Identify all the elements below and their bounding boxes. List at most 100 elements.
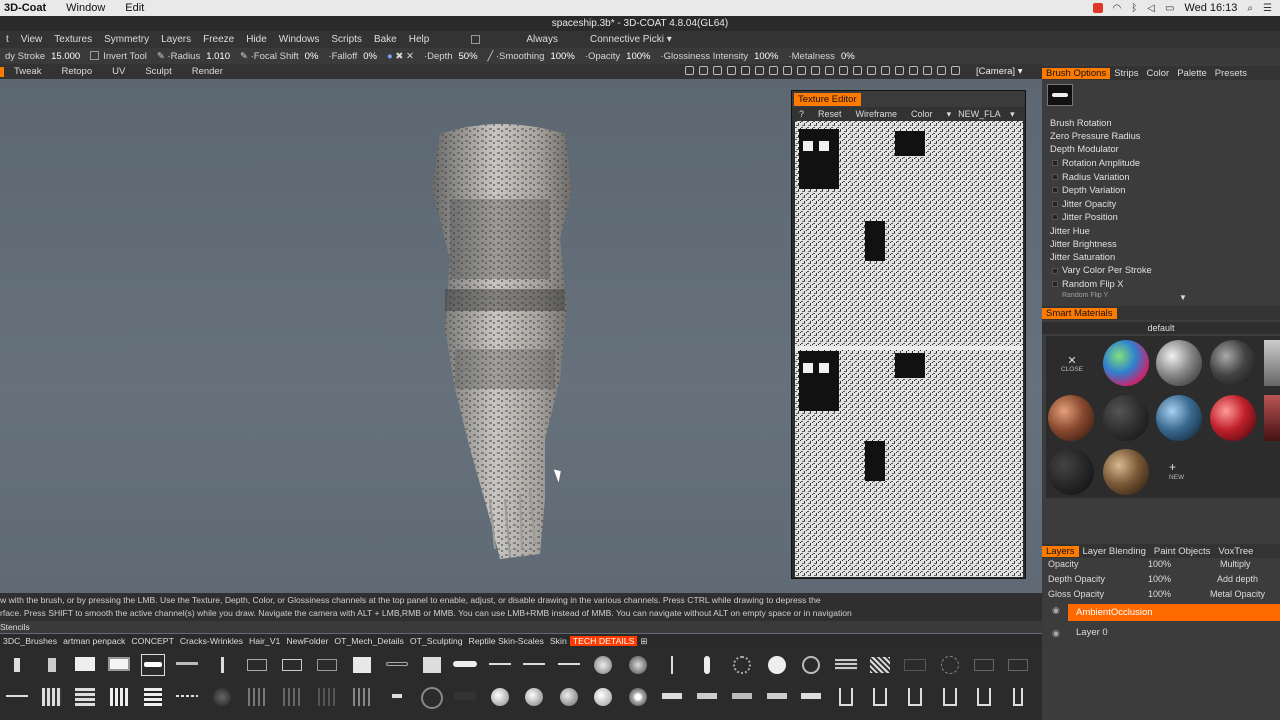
- menu-bake[interactable]: Bake: [368, 34, 403, 45]
- camera-dropdown[interactable]: [Camera] ▾: [976, 64, 1023, 79]
- option-checkbox[interactable]: [1052, 174, 1058, 180]
- brush-option[interactable]: Random Flip X: [1062, 279, 1124, 289]
- add-preset-icon[interactable]: ⊞: [637, 636, 650, 647]
- brush-alpha[interactable]: [175, 686, 199, 708]
- frame-icon[interactable]: [909, 66, 918, 75]
- help-button[interactable]: ?: [792, 109, 811, 119]
- add-material-icon[interactable]: +: [1169, 460, 1176, 474]
- layer-depth-opacity-row[interactable]: Depth Opacity 100% Add depth: [1042, 574, 1280, 588]
- brush-option[interactable]: Jitter Hue: [1050, 226, 1090, 236]
- brush-option[interactable]: Depth Modulator: [1050, 144, 1119, 154]
- brush-alpha[interactable]: [315, 654, 339, 676]
- tab-layers[interactable]: Layers: [1042, 545, 1079, 557]
- brush-alpha[interactable]: [453, 686, 477, 708]
- brush-alpha[interactable]: [280, 654, 304, 676]
- uv-texture-canvas[interactable]: [795, 121, 1023, 577]
- material-sphere[interactable]: [1048, 449, 1094, 495]
- menu-symmetry[interactable]: Symmetry: [98, 34, 155, 45]
- brush-alpha[interactable]: [522, 654, 546, 676]
- brush-alpha[interactable]: [938, 686, 962, 708]
- material-sphere[interactable]: [1156, 395, 1202, 441]
- room-retopo[interactable]: Retopo: [51, 66, 102, 77]
- brush-alpha[interactable]: [488, 686, 512, 708]
- preset-tab[interactable]: artman penpack: [60, 636, 128, 646]
- frame-icon[interactable]: [937, 66, 946, 75]
- brush-alpha[interactable]: [141, 686, 165, 708]
- brush-option[interactable]: Jitter Opacity: [1062, 199, 1116, 209]
- brush-option[interactable]: Radius Variation: [1062, 172, 1130, 182]
- grid-icon[interactable]: [811, 66, 820, 75]
- menu-icon[interactable]: ☰: [1263, 3, 1272, 14]
- preset-tab-active[interactable]: TECH DETAILS: [569, 636, 638, 646]
- menu-scripts[interactable]: Scripts: [325, 34, 368, 45]
- brush-alpha[interactable]: [245, 654, 269, 676]
- radius-param[interactable]: ✎ ·Radius 1.010: [152, 51, 235, 62]
- smart-materials-title[interactable]: Smart Materials: [1042, 307, 1117, 319]
- brush-alpha[interactable]: [695, 686, 719, 708]
- brush-alpha[interactable]: [834, 654, 858, 676]
- menu-edit[interactable]: Edit: [115, 2, 154, 14]
- brush-alpha[interactable]: [799, 686, 823, 708]
- brush-option[interactable]: Random Flip Y: [1062, 292, 1108, 298]
- brush-option[interactable]: Brush Rotation: [1050, 118, 1112, 128]
- preset-tab[interactable]: OT_Mech_Details: [331, 636, 407, 646]
- invert-checkbox[interactable]: [90, 51, 100, 61]
- menu-window[interactable]: Window: [56, 2, 115, 14]
- brush-alpha[interactable]: [972, 686, 996, 708]
- smoothing-param[interactable]: ╱ ·Smoothing 100%: [483, 51, 580, 62]
- wifi-icon[interactable]: ◠: [1113, 3, 1122, 14]
- eye-icon[interactable]: ◉: [1052, 628, 1060, 639]
- brush-alpha[interactable]: [868, 654, 892, 676]
- brush-alpha[interactable]: [5, 686, 29, 708]
- brush-alpha[interactable]: [245, 686, 269, 708]
- color-button[interactable]: Color: [904, 109, 940, 119]
- brush-alpha[interactable]: [660, 686, 684, 708]
- metalness-param[interactable]: ·Metalness 0%: [783, 51, 859, 62]
- option-checkbox[interactable]: [1052, 268, 1058, 274]
- brush-alpha[interactable]: [903, 686, 927, 708]
- preset-tab[interactable]: NewFolder: [283, 636, 331, 646]
- brush-alpha[interactable]: [834, 686, 858, 708]
- brush-alpha[interactable]: [1006, 686, 1030, 708]
- option-checkbox[interactable]: [1052, 281, 1058, 287]
- brush-alpha[interactable]: [695, 654, 719, 676]
- brush-alpha[interactable]: [420, 654, 444, 676]
- option-checkbox[interactable]: [1052, 201, 1058, 207]
- brush-alpha[interactable]: [557, 654, 581, 676]
- frame-icon[interactable]: [881, 66, 890, 75]
- frame-icon[interactable]: [951, 66, 960, 75]
- scroll-down-icon[interactable]: ▼: [1179, 293, 1187, 302]
- material-sphere[interactable]: [1103, 395, 1149, 441]
- glossiness-param[interactable]: ·Glossiness Intensity 100%: [655, 51, 783, 62]
- brush-alpha[interactable]: [453, 654, 477, 676]
- brush-alpha[interactable]: [660, 654, 684, 676]
- option-checkbox[interactable]: [1052, 187, 1058, 193]
- brush-alpha[interactable]: [280, 686, 304, 708]
- view-icon[interactable]: [713, 66, 722, 75]
- brush-alpha[interactable]: [972, 654, 996, 676]
- menu-freeze[interactable]: Freeze: [197, 34, 240, 45]
- depth-param[interactable]: ·Depth 50%: [419, 51, 483, 62]
- tab-color[interactable]: Color: [1143, 68, 1174, 79]
- brush-alpha[interactable]: [385, 686, 409, 708]
- material-sphere[interactable]: [1048, 395, 1094, 441]
- brush-alpha[interactable]: [799, 654, 823, 676]
- brush-alpha[interactable]: [40, 686, 64, 708]
- brush-alpha[interactable]: [938, 654, 962, 676]
- layer-gloss-opacity-row[interactable]: Gloss Opacity 100% Metal Opacity: [1042, 589, 1280, 603]
- connective-dropdown[interactable]: Connective Picki ▾: [584, 34, 678, 45]
- layer-opacity-row[interactable]: Opacity 100% Multiply: [1042, 559, 1280, 573]
- frame-icon[interactable]: [867, 66, 876, 75]
- view-icon[interactable]: [699, 66, 708, 75]
- brush-alpha[interactable]: [557, 686, 581, 708]
- material-sphere[interactable]: [1264, 395, 1280, 441]
- clock[interactable]: Wed 16:13: [1184, 2, 1237, 14]
- stroke-param[interactable]: dy Stroke 15.000: [0, 51, 85, 62]
- menu-hide[interactable]: Hide: [240, 34, 273, 45]
- brush-alpha[interactable]: [1006, 654, 1030, 676]
- preset-tab[interactable]: Skin: [547, 636, 570, 646]
- brush-alpha[interactable]: [107, 686, 131, 708]
- stencils-bar[interactable]: Stencils: [0, 621, 1042, 633]
- tab-paint-objects[interactable]: Paint Objects: [1150, 546, 1215, 557]
- brush-alpha[interactable]: [591, 654, 615, 676]
